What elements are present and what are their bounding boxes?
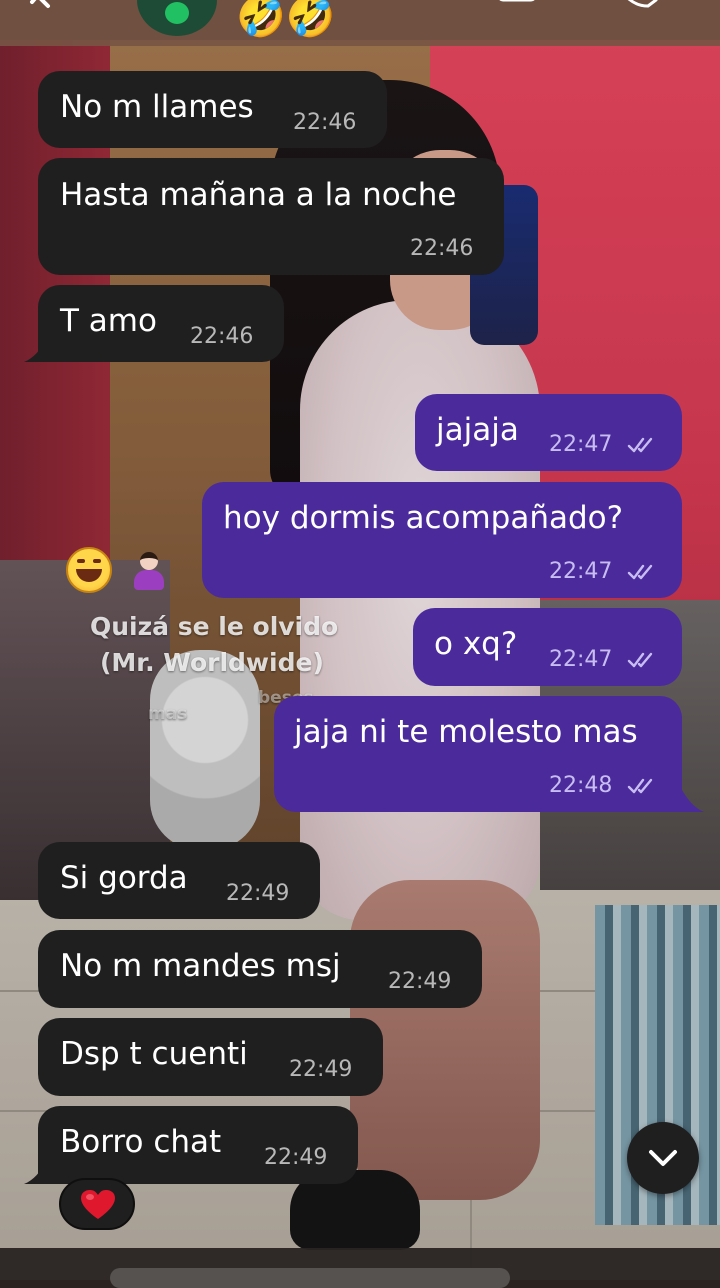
- read-ticks-icon: [627, 564, 653, 580]
- back-arrow-icon[interactable]: [16, 0, 56, 22]
- message-time: 22:49: [226, 881, 290, 906]
- message-text: Si gorda: [60, 860, 188, 896]
- message-time: 22:46: [293, 110, 357, 135]
- video-call-icon[interactable]: [497, 0, 557, 16]
- message-time: 22:49: [264, 1145, 328, 1170]
- message-bubble-outgoing[interactable]: o xq? 22:47: [413, 608, 682, 686]
- message-bubble-outgoing[interactable]: jajaja 22:47: [415, 394, 682, 471]
- message-text: o xq?: [434, 626, 518, 662]
- heart-icon: [81, 1190, 115, 1219]
- message-reaction[interactable]: [59, 1178, 135, 1230]
- bubble-tail: [24, 340, 46, 362]
- message-text: T amo: [60, 303, 157, 339]
- voice-call-icon[interactable]: [614, 0, 662, 16]
- message-bubble-incoming[interactable]: No m llames 22:46: [38, 71, 387, 148]
- message-time: 22:49: [388, 969, 452, 994]
- message-bubble-incoming[interactable]: No m mandes msj 22:49: [38, 930, 482, 1008]
- overlay-caption-line4: mas: [148, 704, 188, 724]
- message-text: jajaja: [436, 412, 519, 448]
- message-bubble-incoming[interactable]: Borro chat 22:49: [38, 1106, 358, 1184]
- message-time: 22:47: [549, 559, 613, 584]
- message-text: jaja ni te molesto mas: [294, 714, 638, 750]
- message-bubble-outgoing[interactable]: hoy dormis acompañado? 22:47: [202, 482, 682, 598]
- message-bubble-incoming[interactable]: T amo 22:46: [38, 285, 284, 362]
- rofl-emoji-icon: [66, 547, 112, 593]
- message-input[interactable]: [110, 1268, 510, 1288]
- bubble-tail: [24, 1162, 46, 1184]
- message-time: 22:48: [549, 773, 613, 798]
- shrug-person-emoji-icon: [128, 548, 168, 592]
- chat-header: 🤣🤣: [0, 0, 720, 46]
- message-text: No m mandes msj: [60, 948, 341, 984]
- overlay-caption-line2: (Mr. Worldwide): [100, 648, 324, 677]
- scroll-to-bottom-button[interactable]: [627, 1122, 699, 1194]
- contact-name[interactable]: 🤣🤣: [236, 0, 336, 42]
- message-time: 22:46: [410, 236, 474, 261]
- bubble-tail: [682, 790, 704, 812]
- message-time: 22:47: [549, 432, 613, 457]
- message-bubble-incoming[interactable]: Hasta mañana a la noche 22:46: [38, 158, 504, 275]
- message-text: No m llames: [60, 89, 254, 125]
- message-text: Borro chat: [60, 1124, 222, 1160]
- message-text: hoy dormis acompañado?: [223, 500, 624, 536]
- message-text: Dsp t cuenti: [60, 1036, 248, 1072]
- message-bubble-incoming[interactable]: Si gorda 22:49: [38, 842, 320, 919]
- overlay-caption-line1: Quizá se le olvido: [90, 612, 339, 641]
- read-ticks-icon: [627, 778, 653, 794]
- message-time: 22:49: [289, 1057, 353, 1082]
- read-ticks-icon: [627, 652, 653, 668]
- message-bubble-outgoing[interactable]: jaja ni te molesto mas 22:48: [274, 696, 682, 812]
- message-time: 22:46: [190, 324, 254, 349]
- read-ticks-icon: [627, 437, 653, 453]
- message-bubble-incoming[interactable]: Dsp t cuenti 22:49: [38, 1018, 383, 1096]
- chevron-down-icon: [649, 1150, 677, 1166]
- message-text: Hasta mañana a la noche: [60, 177, 457, 213]
- contact-avatar[interactable]: [137, 0, 217, 36]
- message-time: 22:47: [549, 647, 613, 672]
